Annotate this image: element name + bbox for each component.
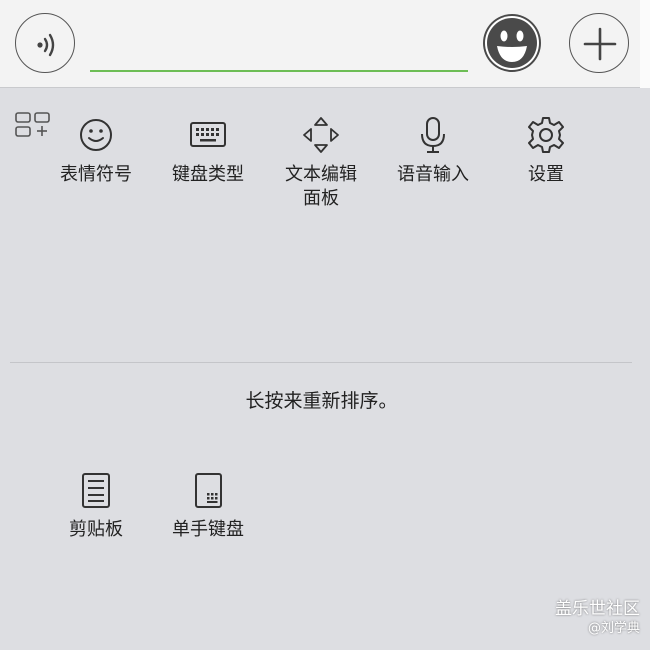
text-input[interactable] (90, 30, 468, 72)
section-divider (10, 362, 632, 363)
microphone-icon (421, 117, 445, 153)
watermark-title: 盖乐世社区 (555, 599, 640, 619)
voice-wave-icon (37, 33, 55, 57)
clipboard-icon (82, 473, 110, 508)
reorder-hint: 长按来重新排序。 (245, 390, 398, 412)
spare-tool-clipboard[interactable]: 剪贴板 (41, 470, 151, 542)
add-button[interactable] (569, 13, 629, 73)
tool-label: 语音输入 (397, 164, 469, 185)
tool-label: 设置 (528, 164, 564, 185)
smiley-icon (80, 119, 112, 151)
keyboard-icon (190, 122, 226, 147)
tool-label: 键盘类型 (172, 164, 244, 185)
watermark-subtitle: @刘学典 (587, 621, 640, 636)
plus-icon (583, 27, 617, 61)
tool-label: 文本编辑面板 (285, 164, 357, 209)
spare-tool-one-hand-keyboard[interactable]: 单手键盘 (153, 470, 263, 542)
tool-emoji[interactable]: 表情符号 (41, 115, 151, 187)
tool-voice-input[interactable]: 语音输入 (378, 115, 488, 187)
tool-label: 剪贴板 (69, 519, 123, 540)
tool-text-edit-panel[interactable]: 文本编辑面板 (266, 115, 376, 211)
move-arrows-icon (303, 117, 339, 153)
tool-settings[interactable]: 设置 (491, 115, 601, 187)
voice-button[interactable] (15, 13, 75, 73)
tool-label: 表情符号 (60, 164, 132, 185)
tool-label: 单手键盘 (172, 519, 244, 540)
tool-keyboard-type[interactable]: 键盘类型 (153, 115, 263, 187)
emoji-button[interactable] (482, 13, 542, 73)
one-hand-keyboard-icon (195, 473, 222, 508)
smiley-face-icon (483, 14, 541, 72)
watermark: 盖乐世社区 @刘学典 (555, 598, 640, 638)
input-bar (0, 0, 650, 88)
gear-icon (528, 117, 564, 153)
